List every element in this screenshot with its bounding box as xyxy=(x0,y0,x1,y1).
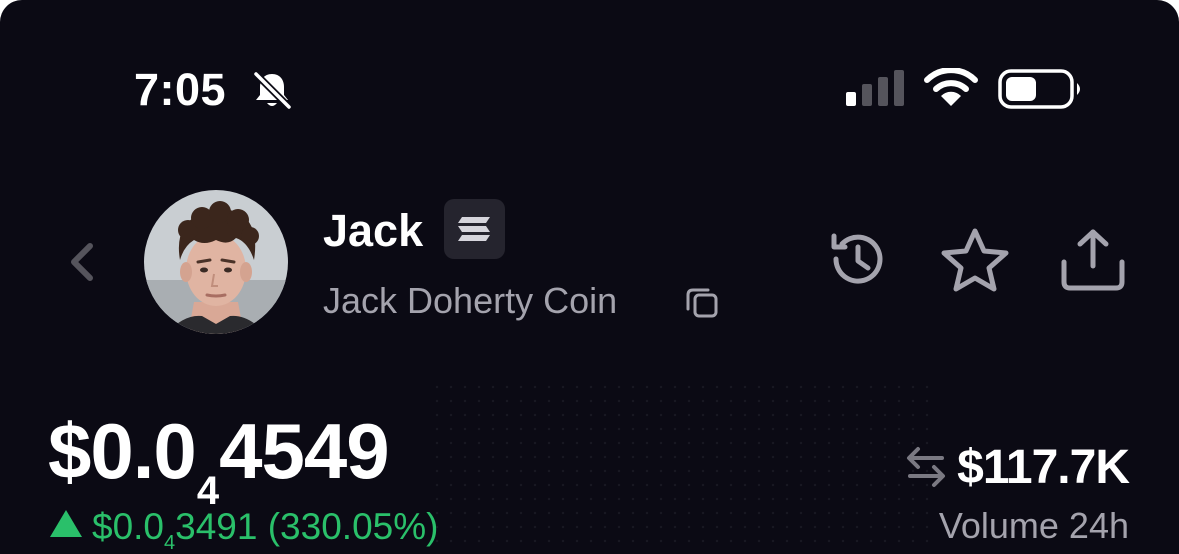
change-zero-count: 4 xyxy=(164,532,176,554)
share-icon[interactable] xyxy=(1058,226,1128,292)
change-digits: 3491 xyxy=(175,506,258,547)
signal-icon xyxy=(846,70,904,106)
price-prefix: $0.0 xyxy=(48,407,197,495)
battery-icon xyxy=(998,69,1080,109)
token-avatar xyxy=(144,190,288,334)
token-full-name: Jack Doherty Coin xyxy=(323,280,618,321)
status-time: 7:05 xyxy=(134,64,227,115)
token-name: Jack xyxy=(323,205,424,256)
avatar-photo xyxy=(144,190,288,334)
volume-label: Volume 24h xyxy=(938,505,1129,546)
wifi-icon xyxy=(924,68,978,106)
change-percent: (330.05%) xyxy=(267,506,439,547)
copy-icon[interactable] xyxy=(684,284,720,320)
star-icon[interactable] xyxy=(940,226,1010,294)
background-dot-pattern xyxy=(430,380,930,554)
token-price: $0.044549 xyxy=(48,406,390,513)
token-screen: 7:05 Jack Jack Doherty Coin $0.044549 $0… xyxy=(0,0,1179,554)
history-icon[interactable] xyxy=(826,228,888,290)
swap-icon xyxy=(907,447,945,487)
solana-icon xyxy=(458,217,490,241)
volume-value: $117.7K xyxy=(957,441,1130,494)
chain-badge xyxy=(444,199,505,259)
change-prefix: $0.0 xyxy=(92,506,165,547)
up-triangle-icon xyxy=(50,510,82,537)
bell-slash-icon xyxy=(252,70,293,111)
price-change: $0.043491 (330.05%) xyxy=(50,504,438,554)
price-digits: 4549 xyxy=(219,407,390,495)
back-icon[interactable] xyxy=(62,238,102,286)
